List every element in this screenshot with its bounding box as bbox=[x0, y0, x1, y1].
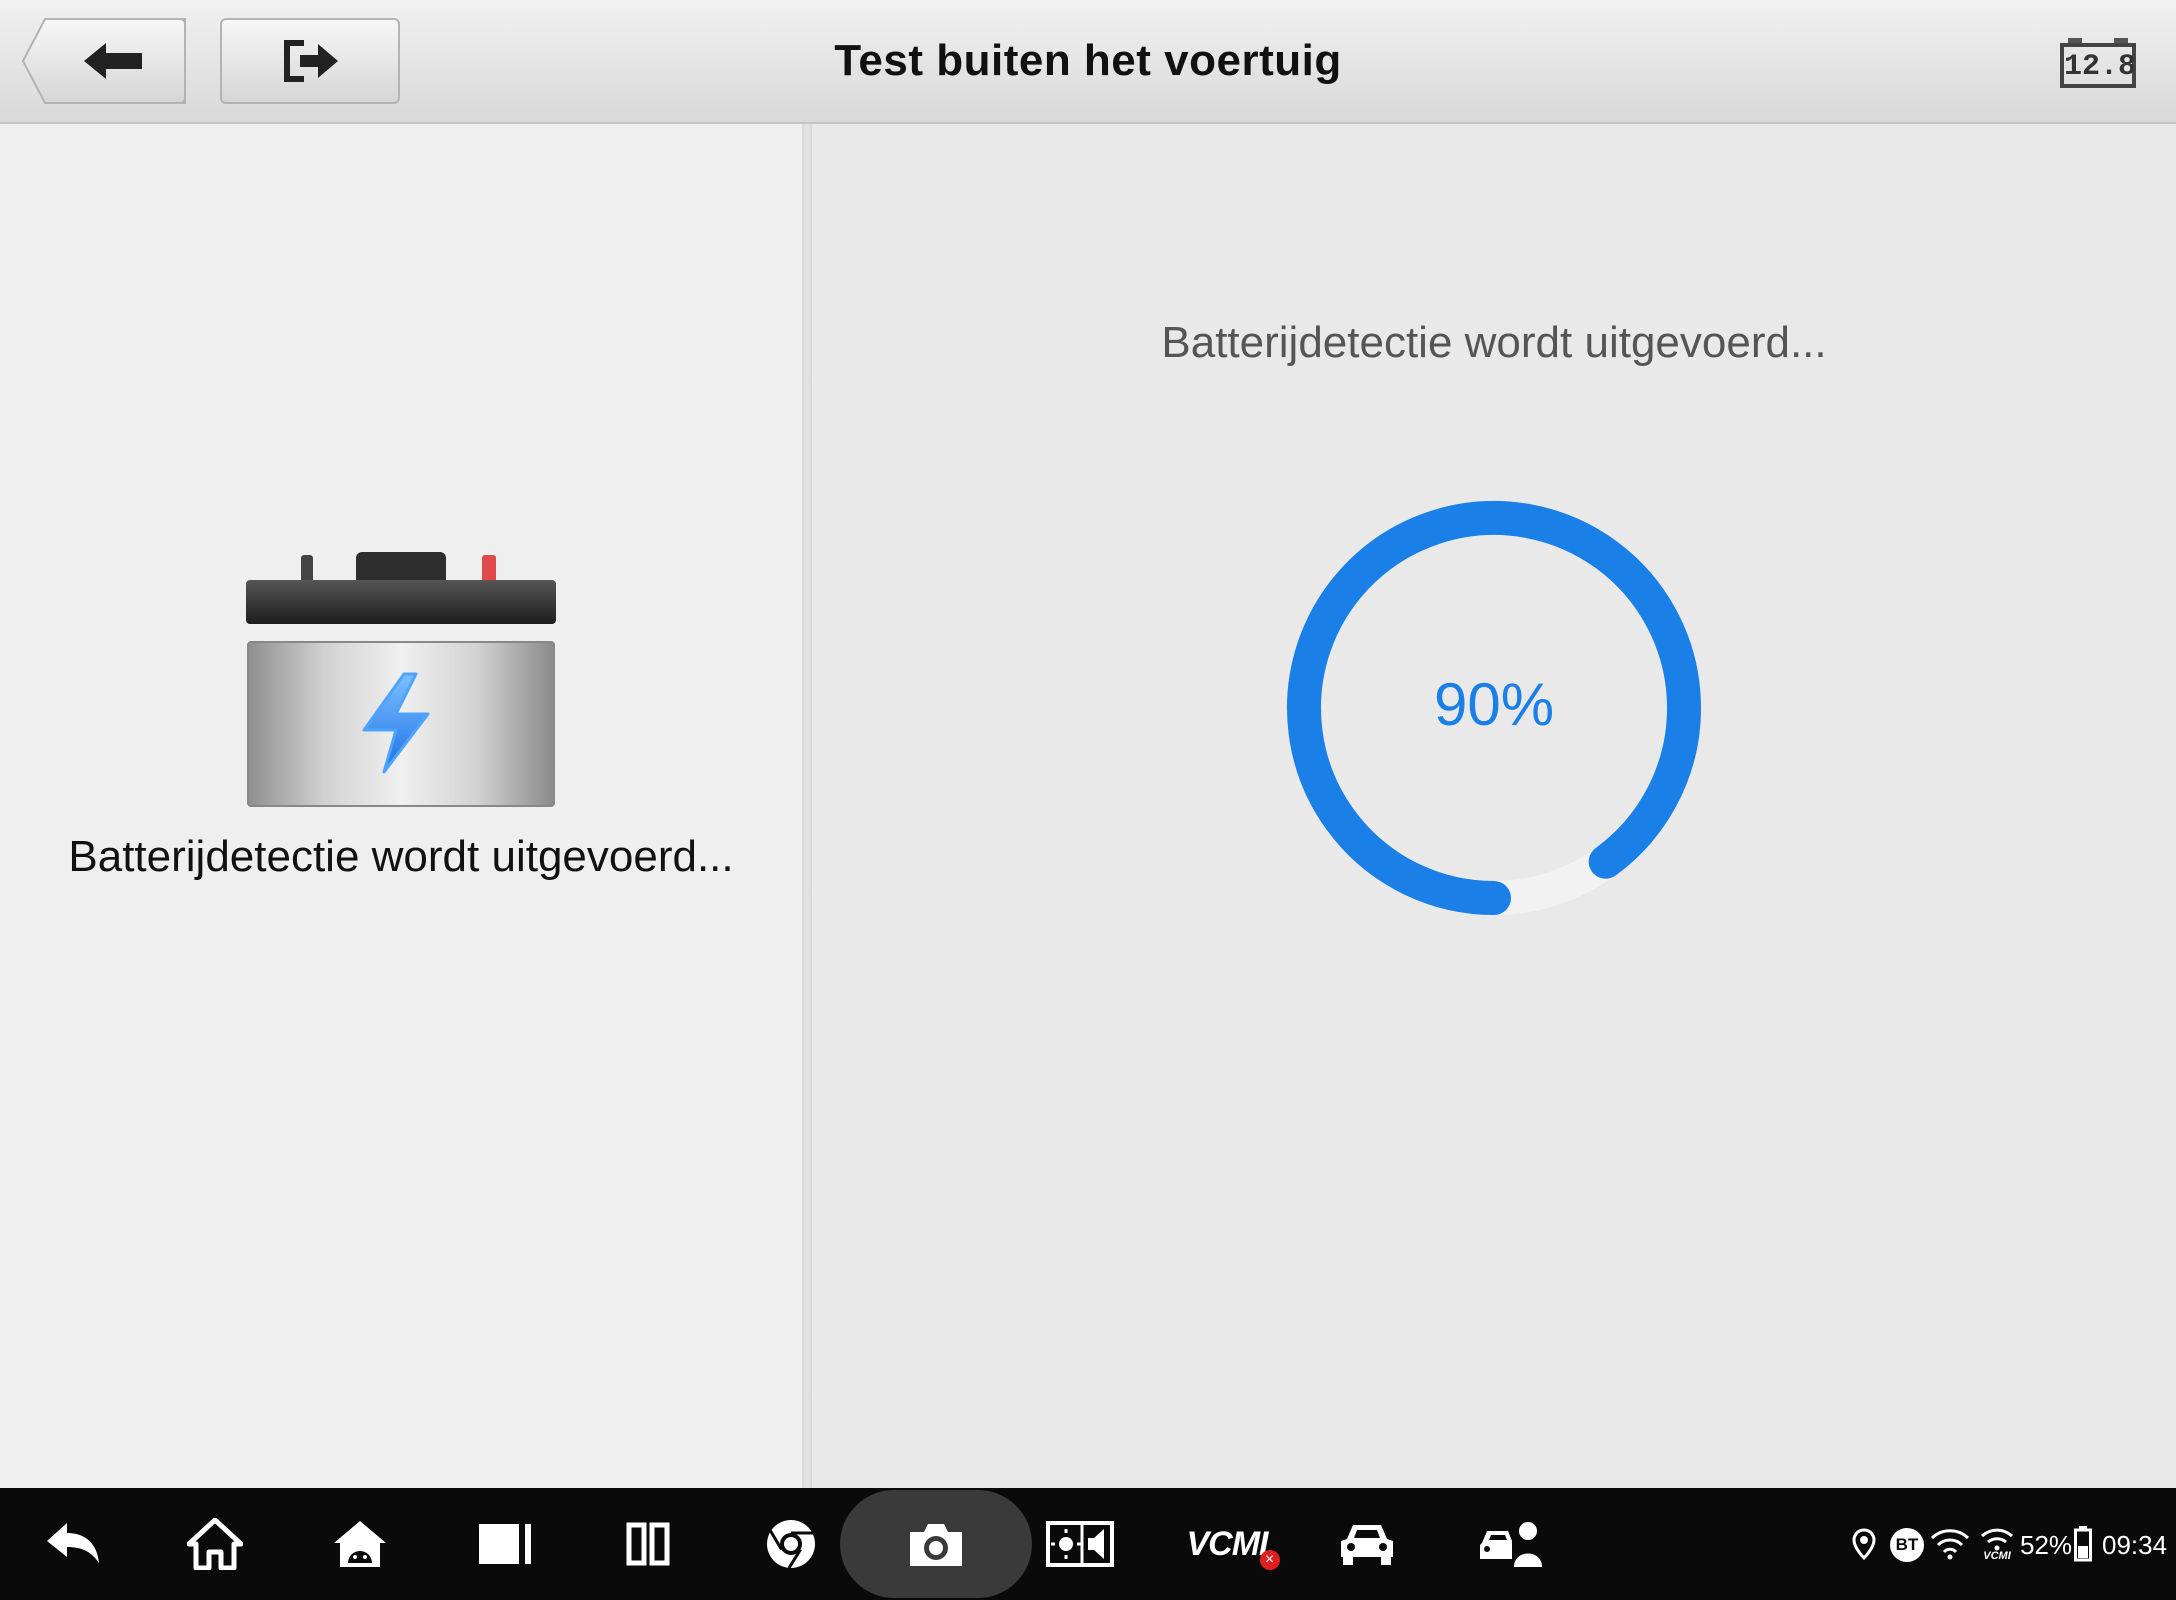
brightness-volume-icon bbox=[1046, 1521, 1114, 1567]
recent-apps-icon bbox=[479, 1524, 531, 1564]
location-icon bbox=[1852, 1528, 1876, 1560]
camera-icon bbox=[910, 1524, 962, 1566]
left-panel: Batterijdetectie wordt uitgevoerd... bbox=[0, 124, 802, 1488]
status-message: Batterijdetectie wordt uitgevoerd... bbox=[68, 832, 734, 881]
split-screen-icon bbox=[626, 1522, 670, 1566]
nav-car-button[interactable] bbox=[1312, 1488, 1422, 1600]
page-title: Test buiten het voertuig bbox=[834, 36, 1342, 85]
vcmi-icon: VCMI × bbox=[1186, 1524, 1280, 1570]
device-battery-icon bbox=[2074, 1526, 2092, 1562]
nav-split-screen-button[interactable] bbox=[593, 1488, 703, 1600]
nav-vcmi-button[interactable]: VCMI × bbox=[1167, 1488, 1287, 1600]
vcmi-wifi-icon bbox=[1980, 1528, 2014, 1551]
progress-status-message: Batterijdetectie wordt uitgevoerd... bbox=[1161, 318, 1827, 367]
right-panel: Batterijdetectie wordt uitgevoerd... 90% bbox=[812, 124, 2176, 1488]
car-battery-icon bbox=[246, 552, 556, 807]
battery-percentage: 52% bbox=[2020, 1530, 2073, 1560]
bluetooth-badge: BT bbox=[1890, 1528, 1924, 1562]
wifi-icon bbox=[1930, 1529, 1970, 1560]
vcmi-label: VCMI bbox=[1186, 1524, 1269, 1563]
car-icon bbox=[1341, 1525, 1393, 1565]
nav-android-home-button[interactable] bbox=[305, 1488, 415, 1600]
panel-divider bbox=[802, 124, 812, 1488]
nav-chrome-button[interactable] bbox=[736, 1488, 846, 1600]
top-bar: Test buiten het voertuig 12.8 bbox=[0, 0, 2176, 124]
nav-camera-button[interactable] bbox=[881, 1488, 991, 1600]
nav-recent-apps-button[interactable] bbox=[450, 1488, 560, 1600]
battery-voltage-value: 12.8 bbox=[2064, 50, 2137, 84]
vcmi-status-label: VCMI bbox=[1983, 1550, 2011, 1562]
back-icon bbox=[47, 1523, 99, 1563]
nav-home-button[interactable] bbox=[160, 1488, 270, 1600]
nav-brightness-volume-button[interactable] bbox=[1025, 1488, 1135, 1600]
android-home-icon bbox=[334, 1521, 386, 1567]
bottom-navigation-bar: VCMI × BT VCMI 52% 09:34 bbox=[0, 1488, 2176, 1600]
nav-back-button[interactable] bbox=[18, 1488, 128, 1600]
vcmi-disconnected-badge: × bbox=[1259, 1549, 1280, 1570]
progress-percentage: 90% bbox=[1433, 671, 1555, 738]
clock: 09:34 bbox=[2102, 1530, 2168, 1560]
car-service-icon bbox=[1480, 1522, 1542, 1567]
home-icon bbox=[187, 1518, 243, 1570]
nav-car-service-button[interactable] bbox=[1456, 1488, 1566, 1600]
chrome-icon bbox=[767, 1520, 815, 1569]
